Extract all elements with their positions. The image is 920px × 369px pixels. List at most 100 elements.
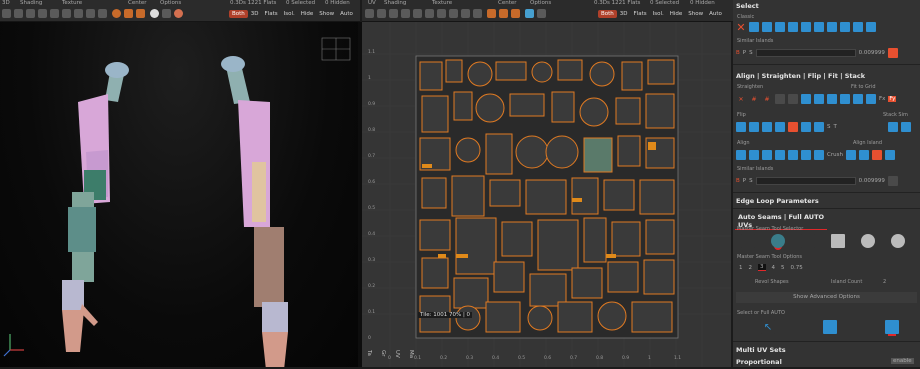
rotate-ccw-icon[interactable] (775, 122, 785, 132)
uv-hide-button[interactable]: Hide (667, 10, 686, 18)
uv-show-button[interactable]: Show (685, 10, 706, 18)
opt-1[interactable]: 1 (739, 265, 743, 271)
flats-button[interactable]: Flats (262, 10, 281, 18)
flip-y-icon[interactable] (814, 122, 824, 132)
isol-button[interactable]: Isol. (281, 10, 298, 18)
shade-checker-icon[interactable] (38, 9, 47, 18)
edge-loop-title[interactable]: Edge Loop Parameters (733, 197, 920, 205)
align-island-a-icon[interactable] (845, 150, 856, 160)
straighten-d-icon[interactable] (775, 94, 785, 104)
uv-shade-d-icon[interactable] (401, 9, 410, 18)
seam-tool-a-icon[interactable] (741, 234, 755, 248)
uv-shade-c-icon[interactable] (389, 9, 398, 18)
uv-shade-i-icon[interactable] (461, 9, 470, 18)
p-toggle[interactable]: P (743, 50, 746, 56)
select-invert-icon[interactable] (827, 22, 837, 32)
similar-select-icon[interactable] (887, 48, 898, 58)
shade-flat-icon[interactable] (62, 9, 71, 18)
align-top-icon[interactable] (775, 150, 785, 160)
vtab-textures[interactable]: Ta (366, 350, 372, 356)
unwrap-icon[interactable] (823, 320, 837, 334)
select-seams-icon[interactable]: ↖ (761, 320, 775, 334)
show-advanced-button[interactable]: Show Advanced Options (736, 292, 917, 303)
uv-3d-button[interactable]: 3D (617, 10, 631, 18)
proportional-badge[interactable]: enable (891, 358, 914, 364)
shade-matcap-icon[interactable] (26, 9, 35, 18)
uv-shade-a-icon[interactable] (365, 9, 374, 18)
t-label[interactable]: T (834, 124, 837, 130)
fit-d-icon[interactable] (840, 94, 850, 104)
similar-stack-icon[interactable] (887, 176, 898, 186)
opt-2[interactable]: 2 (749, 265, 753, 271)
flip-v-icon[interactable] (749, 122, 759, 132)
align-island-c-icon[interactable] (871, 150, 882, 160)
auto-button[interactable]: Auto (337, 10, 356, 18)
fy-label[interactable]: Fy (888, 96, 897, 102)
align-island-b-icon[interactable] (858, 150, 869, 160)
align-left-icon[interactable] (736, 150, 746, 160)
rotate-90-icon[interactable] (788, 122, 798, 132)
align-island-d-icon[interactable] (884, 150, 895, 160)
uv-options-b-icon[interactable] (536, 9, 546, 18)
shade-wire-icon[interactable] (14, 9, 23, 18)
s-label[interactable]: S (827, 124, 831, 130)
uv-shade-j-icon[interactable] (473, 9, 482, 18)
shade-uv-icon[interactable] (74, 9, 83, 18)
align-center-icon[interactable] (749, 150, 759, 160)
seam-tool-d-icon[interactable] (831, 234, 845, 248)
revol-shapes-label[interactable]: Revol Shapes (755, 279, 789, 285)
fit-f-icon[interactable] (866, 94, 876, 104)
stack-b-icon[interactable] (900, 122, 911, 132)
similar-slider-2[interactable] (755, 177, 856, 185)
b-toggle[interactable]: B (736, 50, 740, 56)
view-cube-icon[interactable] (321, 37, 351, 61)
seam-tool-e-icon[interactable] (861, 234, 875, 248)
threshold-value[interactable]: 0.009999 (859, 50, 885, 56)
b-toggle-2[interactable]: B (736, 178, 740, 184)
fit-b-icon[interactable] (814, 94, 824, 104)
s-toggle[interactable]: S (749, 50, 753, 56)
full-auto-icon[interactable] (885, 320, 899, 334)
fit-c-icon[interactable] (827, 94, 837, 104)
uv-flats-button[interactable]: Flats (631, 10, 650, 18)
center-axis-icon[interactable] (123, 9, 133, 18)
deselect-x-icon[interactable]: ✕ (736, 21, 746, 34)
uv-viewport[interactable]: Tile: 1001 70% | 0 0 0.1 0.2 0.3 0.4 0.5… (362, 22, 731, 367)
shade-grid-icon[interactable] (50, 9, 59, 18)
select-ring-icon[interactable] (775, 22, 785, 32)
flip-x-icon[interactable] (801, 122, 811, 132)
vtab-materials[interactable]: Ma (408, 350, 414, 358)
select-overlap-icon[interactable] (853, 22, 863, 32)
opt-3[interactable]: 3 (758, 264, 766, 271)
s-toggle-2[interactable]: S (749, 178, 753, 184)
uv-center-pivot-icon[interactable] (510, 9, 520, 18)
center-icon[interactable] (111, 9, 121, 18)
threshold-value-2[interactable]: 0.009999 (859, 178, 885, 184)
viewport-3d[interactable] (0, 22, 358, 369)
shade-mix-icon[interactable] (98, 9, 107, 18)
fx-label[interactable]: Fx (879, 96, 885, 102)
select-island-icon[interactable] (788, 22, 798, 32)
hide-button[interactable]: Hide (298, 10, 317, 18)
uv-shade-h-icon[interactable] (449, 9, 458, 18)
seam-tool-f-icon[interactable] (891, 234, 905, 248)
align-middle-icon[interactable] (788, 150, 798, 160)
uv-both-button[interactable]: Both (598, 10, 617, 18)
seam-tool-b-icon[interactable] (771, 234, 785, 248)
uv-shade-g-icon[interactable] (437, 9, 446, 18)
rotate-cw-icon[interactable] (762, 122, 772, 132)
light-icon[interactable] (149, 9, 159, 18)
seam-tool-c-icon[interactable] (801, 234, 815, 248)
uv-options-icon[interactable] (524, 9, 534, 18)
select-loop-icon[interactable] (762, 22, 772, 32)
options-icon[interactable] (161, 9, 171, 18)
crush-label[interactable]: Crush (827, 152, 843, 158)
color-icon[interactable] (173, 9, 183, 18)
align-dist-icon[interactable] (814, 150, 824, 160)
shade-tex-icon[interactable] (86, 9, 95, 18)
select-flipped-icon[interactable] (866, 22, 876, 32)
straighten-a-icon[interactable]: ✕ (736, 94, 746, 104)
uv-shade-e-icon[interactable] (413, 9, 422, 18)
select-grow-icon[interactable] (801, 22, 811, 32)
opt-4[interactable]: 4 (772, 265, 776, 271)
